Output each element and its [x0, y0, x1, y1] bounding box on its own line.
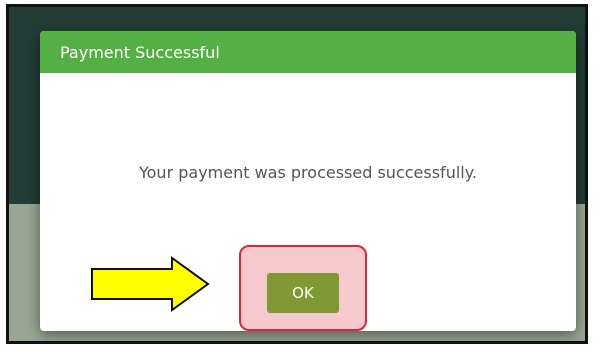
right-arrow-icon [91, 256, 210, 312]
ok-button[interactable]: OK [267, 273, 339, 313]
dialog-message: Your payment was processed successfully. [138, 163, 477, 182]
ok-button-highlight: OK [239, 245, 367, 331]
dialog-header: Payment Successful [40, 31, 576, 73]
dialog-title: Payment Successful [60, 42, 220, 62]
